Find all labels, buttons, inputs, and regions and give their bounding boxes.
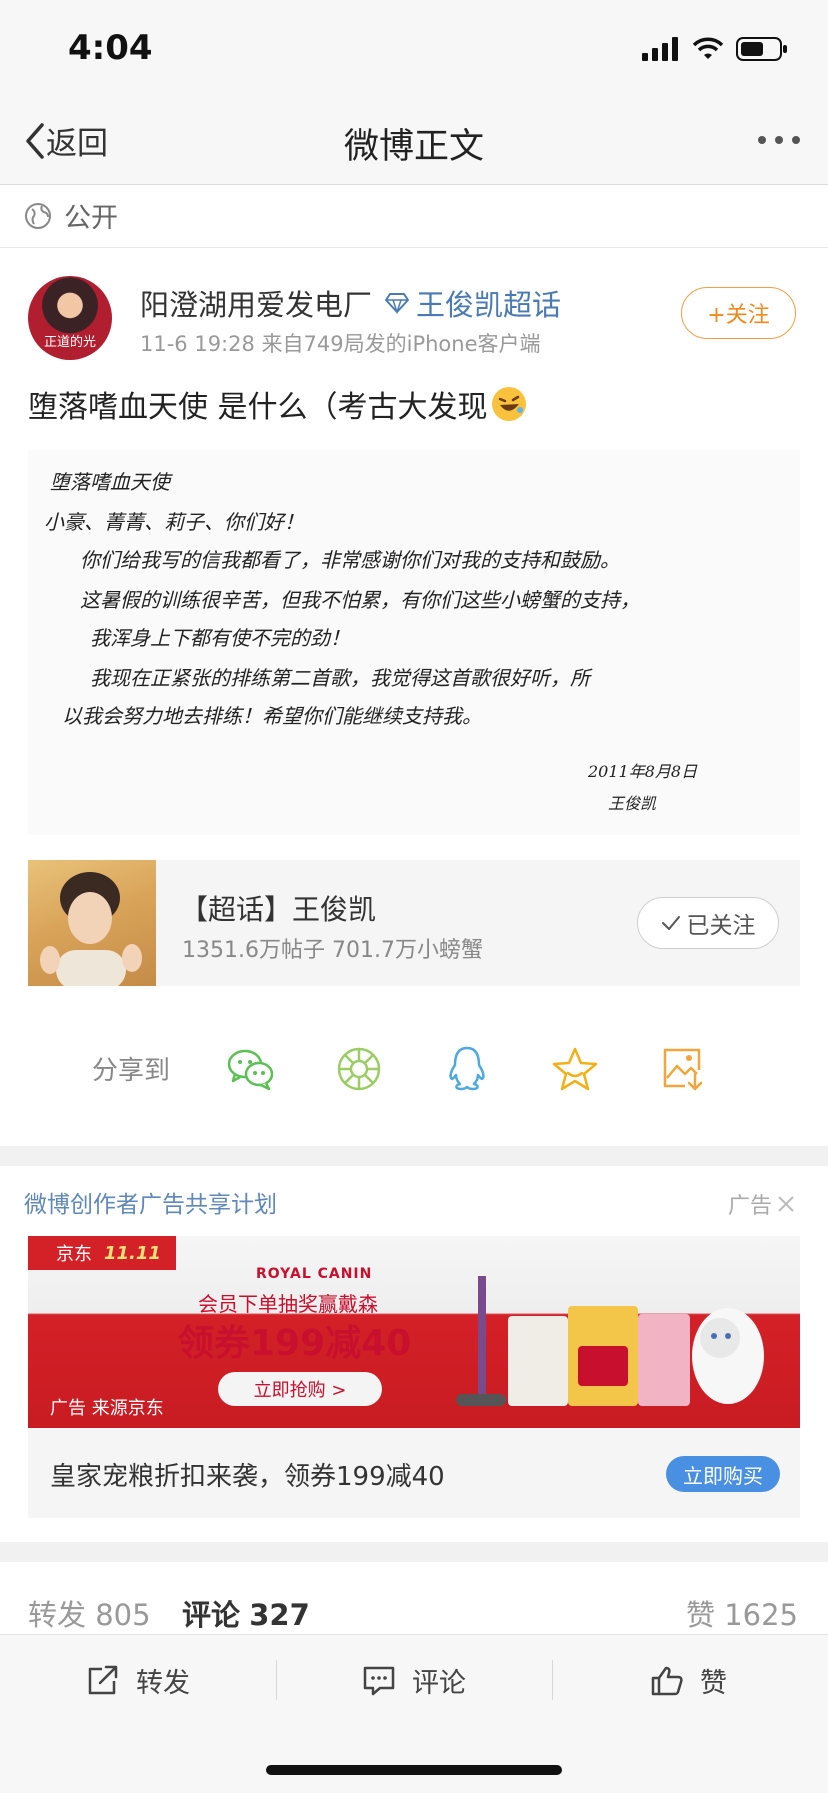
letter-line: 这暑假的训练很辛苦，但我不怕累，有你们这些小螃蟹的支持，: [80, 588, 640, 612]
toolbar-divider: [552, 1660, 553, 1700]
section-gap: [0, 1542, 828, 1562]
super-topic-stats: 1351.6万帖子 701.7万小螃蟹: [182, 938, 483, 963]
more-dot-icon: [775, 136, 783, 144]
post-text: 堕落嗜血天使 是什么（考古大发现: [28, 382, 526, 426]
letter-line: 我现在正紧张的排练第二首歌，我觉得这首歌很好听，所: [90, 666, 590, 690]
post-meta: 11-6 19:28 来自749局发的iPhone客户端: [140, 332, 541, 356]
home-indicator[interactable]: [266, 1765, 562, 1775]
letter-line: 堕落嗜血天使: [50, 470, 170, 494]
like-label: 赞: [700, 1668, 727, 1699]
buy-now-button[interactable]: 立即购买: [666, 1456, 780, 1492]
event-label: 11.11: [104, 1242, 161, 1264]
followed-label: 已关注: [686, 913, 756, 939]
ad-banner[interactable]: 京东 11.11 ROYAL CANIN 会员下单抽奖赢戴森 领券199减40 …: [28, 1236, 800, 1428]
thumbs-up-icon: [651, 1666, 683, 1695]
ad-tag[interactable]: 广告: [728, 1188, 796, 1220]
repost-stat[interactable]: 转发 805: [28, 1592, 151, 1634]
nav-bar: [0, 96, 828, 185]
repost-label: 转发: [136, 1668, 190, 1699]
back-label: 返回: [46, 126, 108, 162]
like-button[interactable]: 赞: [650, 1661, 727, 1700]
share-label: 分享到: [92, 1056, 171, 1086]
wechat-icon[interactable]: [226, 1044, 276, 1094]
visibility-label: 公开: [64, 203, 118, 234]
signal-icon: [642, 37, 678, 61]
product-image: [456, 1276, 764, 1406]
repost-stat-label: 转发: [28, 1598, 87, 1632]
letter-signature: 王俊凯: [608, 794, 657, 813]
jd-badge: 京东 11.11: [28, 1236, 176, 1270]
comment-button[interactable]: 评论: [362, 1661, 466, 1700]
more-dot-icon: [792, 136, 800, 144]
super-topic-title: 【超话】王俊凯: [180, 893, 377, 926]
followed-button[interactable]: 已关注: [637, 897, 779, 949]
back-button[interactable]: 返回: [22, 118, 108, 163]
super-topic-link[interactable]: 王俊凯超话: [384, 282, 561, 324]
like-count: 1625: [724, 1598, 798, 1632]
comment-icon: [363, 1666, 395, 1695]
author-name[interactable]: 阳澄湖用爱发电厂: [140, 282, 372, 324]
globe-icon: [25, 202, 51, 229]
close-icon[interactable]: [776, 1194, 796, 1214]
ad-source: 广告 来源京东: [50, 1398, 164, 1419]
comment-stat-label: 评论: [182, 1598, 241, 1632]
save-image-icon[interactable]: [658, 1044, 708, 1094]
ad-description[interactable]: 皇家宠粮折扣来袭，领券199减40: [50, 1456, 445, 1493]
super-topic-cover-image: [28, 860, 156, 986]
like-stat-label: 赞: [685, 1598, 715, 1632]
handwritten-letter-image[interactable]: 堕落嗜血天使 小豪、菁菁、莉子、你们好！ 你们给我写的信我都看了，非常感谢你们对…: [28, 450, 800, 835]
diamond-icon: [385, 293, 410, 314]
letter-line: 以我会努力地去排练！希望你们能继续支持我。: [62, 704, 482, 728]
comment-count: 327: [249, 1598, 310, 1632]
check-icon: [661, 916, 680, 930]
jd-platform-label: 京东: [56, 1244, 92, 1265]
star-favorite-icon[interactable]: [550, 1044, 600, 1094]
author-row: 阳澄湖用爱发电厂 王俊凯超话: [140, 282, 561, 324]
follow-button[interactable]: +关注: [681, 287, 796, 339]
chevron-left-icon: [26, 122, 44, 159]
section-gap: [0, 1146, 828, 1166]
repost-count: 805: [95, 1598, 151, 1632]
status-icons: [642, 36, 788, 62]
battery-icon: [736, 37, 787, 61]
wifi-icon: [692, 37, 724, 59]
comment-label: 评论: [412, 1668, 466, 1699]
ad-tag-label: 广告: [727, 1194, 772, 1219]
ad-line1: 会员下单抽奖赢戴森: [198, 1292, 378, 1316]
ad-line2: 领券199减40: [178, 1323, 412, 1364]
like-stat[interactable]: 赞 1625: [686, 1592, 798, 1634]
share-out-icon: [88, 1665, 118, 1694]
post-text-content: 堕落嗜血天使 是什么（考古大发现: [28, 390, 488, 425]
royal-canin-logo: ROYAL CANIN: [256, 1266, 373, 1282]
laughing-emoji-icon: [491, 387, 526, 421]
avatar[interactable]: 正道的光: [28, 276, 112, 360]
letter-line: 你们给我写的信我都看了，非常感谢你们对我的支持和鼓励。: [80, 548, 620, 572]
status-time: 4:04: [68, 28, 153, 68]
visibility-row: 公开: [24, 196, 118, 235]
avatar-caption: 正道的光: [43, 335, 96, 350]
repost-button[interactable]: 转发: [86, 1661, 190, 1700]
comment-stat[interactable]: 评论 327: [182, 1592, 310, 1634]
ad-cta-button[interactable]: 立即抢购 >: [218, 1372, 382, 1406]
more-button[interactable]: [758, 136, 800, 144]
letter-date: 2011年8月8日: [588, 762, 698, 781]
toolbar-divider: [276, 1660, 277, 1700]
more-dot-icon: [758, 136, 766, 144]
moments-icon[interactable]: [334, 1044, 384, 1094]
qq-icon[interactable]: [442, 1044, 492, 1094]
super-topic-label: 王俊凯超话: [416, 288, 562, 322]
letter-line: 我浑身上下都有使不完的劲！: [90, 626, 350, 650]
ad-program-header[interactable]: 微博创作者广告共享计划: [24, 1185, 277, 1219]
divider: [0, 247, 828, 248]
letter-line: 小豪、菁菁、莉子、你们好！: [44, 510, 304, 534]
